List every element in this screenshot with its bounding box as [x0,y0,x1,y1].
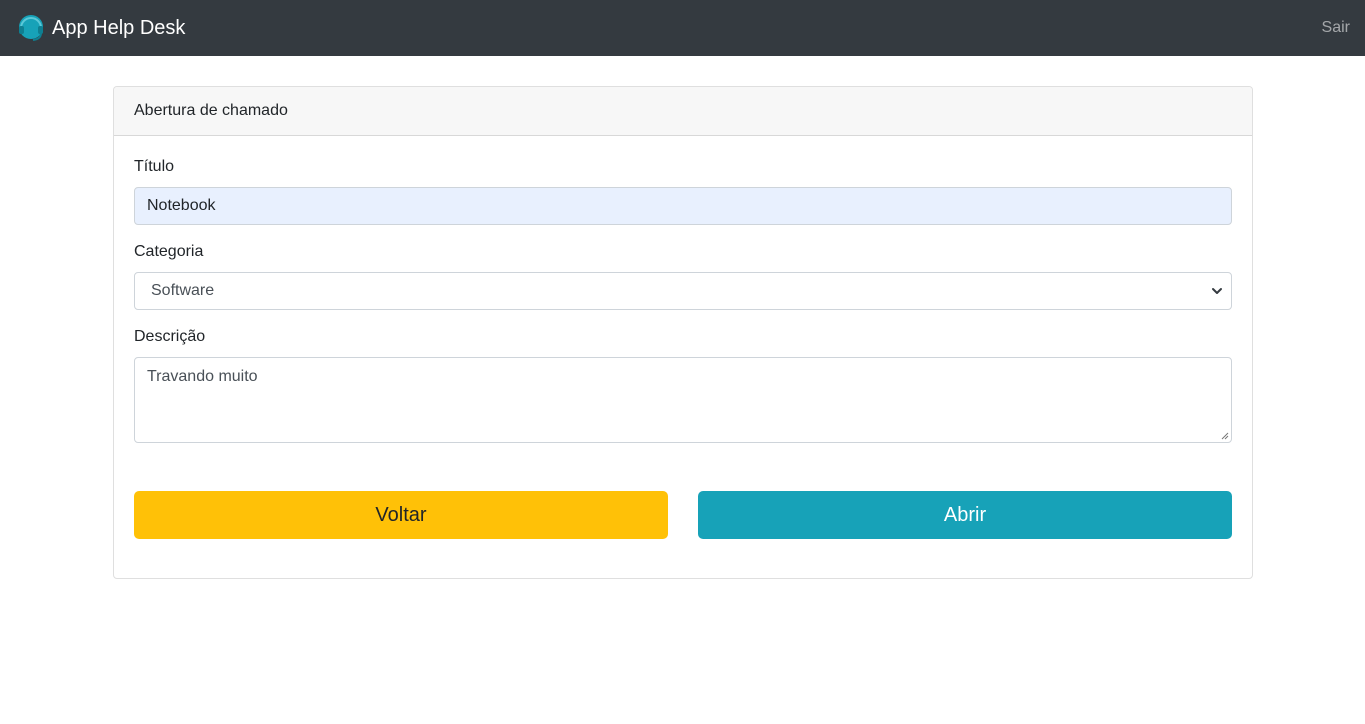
description-value: Travando muito [147,368,258,385]
open-button[interactable]: Abrir [698,491,1232,539]
title-input-value: Notebook [147,197,216,214]
description-label: Descrição [134,328,206,345]
back-button[interactable]: Voltar [134,491,668,539]
action-buttons: Voltar Abrir [134,491,1232,539]
category-select[interactable]: Software [134,272,1232,310]
card-header: Abertura de chamado [114,87,1252,136]
description-textarea[interactable]: Travando muito [134,357,1232,443]
category-label: Categoria [134,243,204,260]
resize-grip-icon[interactable] [1219,430,1229,440]
brand-link[interactable]: App Help Desk [16,13,185,43]
category-group: Categoria Software [134,241,1232,310]
logout-link[interactable]: Sair [1322,19,1350,37]
description-group: Descrição Travando muito [134,326,1232,443]
title-group: Título Notebook [134,156,1232,225]
card-body: Título Notebook Categoria Software Descr… [114,136,1252,559]
title-label: Título [134,158,175,175]
headset-icon [19,15,43,41]
category-selected-value: Software [151,282,215,299]
ticket-card: Abertura de chamado Título Notebook Cate… [113,86,1253,579]
chevron-down-icon [1212,288,1222,294]
navbar: App Help Desk Sair [0,0,1365,56]
title-input[interactable]: Notebook [134,187,1232,225]
brand-title: App Help Desk [52,16,186,39]
